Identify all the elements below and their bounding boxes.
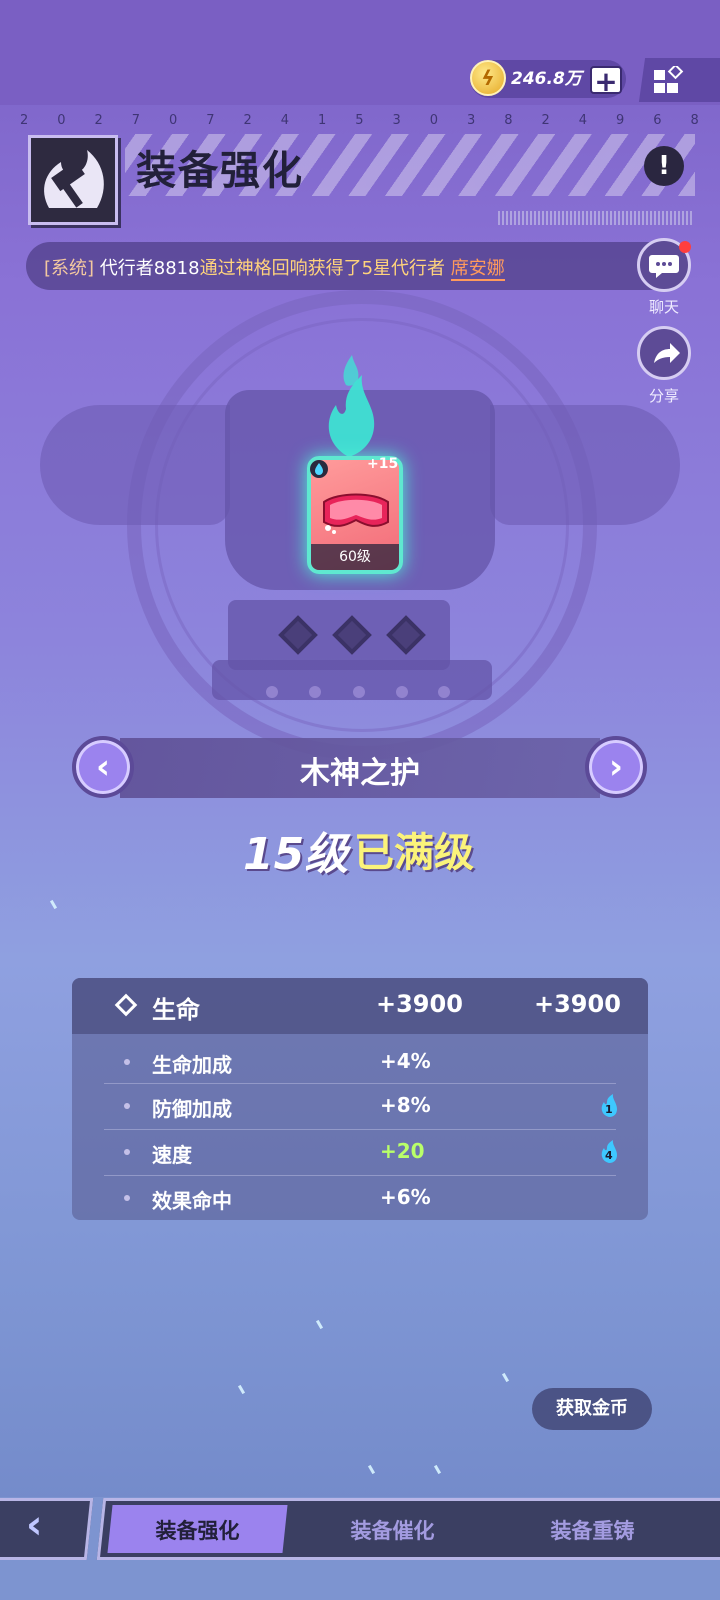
get-gold-button[interactable]: 获取金币 <box>532 1388 652 1430</box>
equipment-level: 15级 <box>243 829 349 880</box>
hammer-flame-icon-box <box>28 135 118 225</box>
flame-badge-count: 4 <box>605 1149 613 1162</box>
progress-dot <box>309 686 321 698</box>
bullet-icon <box>124 1149 130 1155</box>
bullet-icon <box>124 1195 130 1201</box>
divider <box>104 1129 616 1130</box>
main-stat-label: 生命 <box>152 996 200 1024</box>
main-stat-next: +3900 <box>534 990 621 1018</box>
substat-value: +8% <box>380 1093 431 1117</box>
tab-equipment-reforge[interactable]: 装备重铸 <box>505 1515 680 1545</box>
flame-badge-count: 1 <box>605 1103 613 1116</box>
divider <box>104 1175 616 1176</box>
tab-equipment-catalyze[interactable]: 装备催化 <box>305 1515 480 1545</box>
system-message: [系统] 代行者8818通过神格回响获得了5星代行者 席安娜 <box>44 258 505 281</box>
progress-dot <box>353 686 365 698</box>
sparkle <box>367 1464 376 1475</box>
notification-dot <box>679 241 691 253</box>
substat-value: +20 <box>380 1139 425 1163</box>
grid-menu-icon[interactable] <box>652 66 684 96</box>
sparkle <box>433 1464 442 1475</box>
lightning-coin-icon: ϟ <box>470 60 506 96</box>
share-arrow-icon <box>654 343 680 363</box>
back-chevron-icon: ‹ <box>26 1502 43 1548</box>
substat-value: +6% <box>380 1185 431 1209</box>
title-barcode <box>498 211 693 225</box>
emblem-pedestal-base <box>212 660 492 700</box>
substat-label: 速度 <box>152 1143 192 1167</box>
bullet-icon <box>124 1103 130 1109</box>
item-level: 60级 <box>339 549 371 565</box>
hero-link[interactable]: 席安娜 <box>450 258 505 281</box>
previous-equipment-button[interactable]: ‹ <box>72 736 134 798</box>
goggles-icon <box>323 493 389 534</box>
right-wing-decoration <box>490 405 680 525</box>
substat-label: 生命加成 <box>152 1053 232 1077</box>
substat-label: 效果命中 <box>152 1189 232 1213</box>
sparkle <box>237 1384 246 1395</box>
add-currency-button[interactable]: + <box>590 66 622 96</box>
page-title: 装备强化 <box>136 148 304 194</box>
divider <box>104 1083 616 1084</box>
progress-dot <box>266 686 278 698</box>
next-equipment-button[interactable]: › <box>585 736 647 798</box>
back-button[interactable] <box>0 1498 94 1560</box>
max-level-status: 已满级 <box>354 830 474 876</box>
bullet-icon <box>124 1059 130 1065</box>
sparkle <box>315 1319 324 1330</box>
enhance-level-badge: +15 <box>367 456 399 472</box>
sparkle <box>501 1372 510 1383</box>
progress-dot <box>396 686 408 698</box>
teal-flame-icon <box>328 355 375 457</box>
currency-amount: 246.8万 <box>511 69 582 89</box>
chat-label: 聊天 <box>648 298 679 316</box>
substat-label: 防御加成 <box>152 1097 232 1121</box>
share-button[interactable] <box>637 326 691 380</box>
serial-digits: 2027072415303824968 <box>20 113 700 128</box>
tab-equipment-enhance[interactable]: 装备强化 <box>110 1515 285 1545</box>
equipment-name: 木神之护 <box>300 756 420 791</box>
main-stat-current: +3900 <box>376 990 463 1018</box>
hammer-flame-icon <box>44 150 104 208</box>
share-label: 分享 <box>648 387 679 405</box>
substat-value: +4% <box>380 1049 431 1073</box>
info-button[interactable]: ! <box>644 146 684 186</box>
water-drop-icon <box>310 460 328 478</box>
sparkle <box>49 899 58 910</box>
left-wing-decoration <box>40 405 230 525</box>
progress-dot <box>438 686 450 698</box>
